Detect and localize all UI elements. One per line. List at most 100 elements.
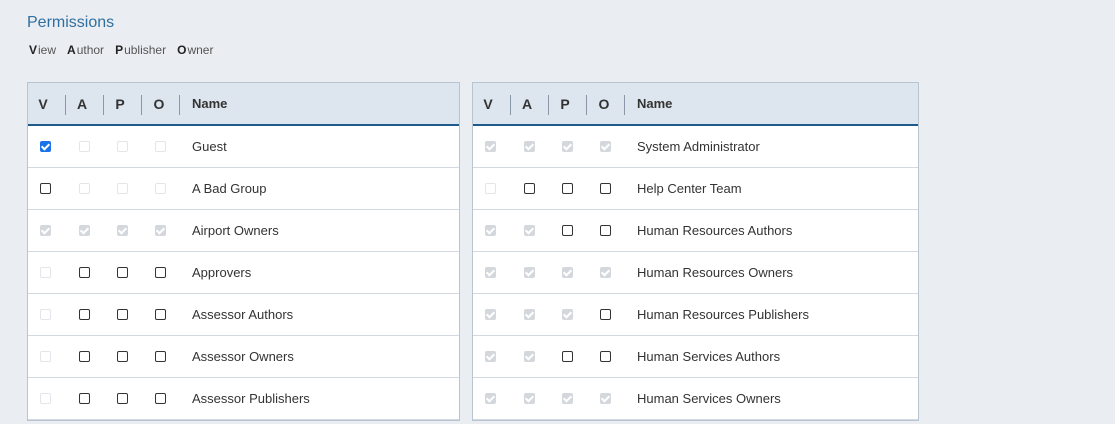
publisher-checkbox[interactable] — [116, 309, 128, 320]
group-name: Airport Owners — [192, 223, 279, 238]
column-header-name[interactable]: Name — [192, 83, 227, 124]
column-divider — [65, 95, 66, 115]
table-row: Assessor Authors — [28, 294, 459, 336]
author-cell — [521, 168, 537, 209]
table-body: Guest A Bad Group Airport Owners Approvers A… — [28, 126, 459, 420]
author-cell — [76, 378, 92, 419]
publisher-checkbox[interactable] — [561, 183, 573, 194]
owner-checkbox — [154, 141, 166, 152]
legend-publisher: Publisher — [115, 43, 166, 57]
permissions-table-left: V A P O Name Guest A Bad Group Airport Own… — [27, 82, 460, 421]
publisher-cell — [114, 126, 130, 167]
owner-cell — [597, 168, 613, 209]
publisher-checkbox[interactable] — [561, 225, 573, 236]
legend-owner: Owner — [177, 43, 213, 57]
owner-cell — [152, 252, 168, 293]
author-checkbox — [78, 225, 90, 236]
author-cell — [521, 294, 537, 335]
column-header-author[interactable]: A — [513, 83, 541, 124]
publisher-cell — [114, 168, 130, 209]
owner-cell — [597, 126, 613, 167]
owner-cell — [597, 336, 613, 377]
author-checkbox — [78, 141, 90, 152]
author-checkbox — [523, 309, 535, 320]
author-checkbox[interactable] — [78, 309, 90, 320]
column-header-owner[interactable]: O — [144, 83, 174, 124]
owner-cell — [597, 252, 613, 293]
publisher-cell — [114, 210, 130, 251]
column-header-author[interactable]: A — [68, 83, 96, 124]
publisher-checkbox[interactable] — [561, 351, 573, 362]
view-checkbox — [39, 225, 51, 236]
view-checkbox — [484, 183, 496, 194]
table-row: System Administrator — [473, 126, 918, 168]
owner-cell — [152, 126, 168, 167]
author-checkbox — [523, 267, 535, 278]
table-row: Human Services Owners — [473, 378, 918, 420]
author-cell — [76, 336, 92, 377]
owner-checkbox[interactable] — [599, 225, 611, 236]
group-name: Human Services Owners — [637, 391, 781, 406]
author-cell — [521, 336, 537, 377]
publisher-checkbox[interactable] — [116, 393, 128, 404]
author-checkbox[interactable] — [78, 351, 90, 362]
legend-key: A — [67, 43, 76, 57]
view-cell — [482, 252, 498, 293]
author-checkbox[interactable] — [523, 183, 535, 194]
column-divider — [510, 95, 511, 115]
view-cell — [37, 126, 53, 167]
author-cell — [76, 210, 92, 251]
author-cell — [76, 294, 92, 335]
owner-checkbox — [599, 267, 611, 278]
publisher-cell — [114, 336, 130, 377]
owner-cell — [597, 378, 613, 419]
owner-checkbox[interactable] — [154, 351, 166, 362]
view-checkbox[interactable] — [39, 183, 51, 194]
column-header-owner[interactable]: O — [589, 83, 619, 124]
owner-checkbox[interactable] — [599, 309, 611, 320]
author-cell — [76, 168, 92, 209]
view-cell — [37, 336, 53, 377]
column-header-name[interactable]: Name — [637, 83, 672, 124]
owner-checkbox[interactable] — [154, 309, 166, 320]
owner-checkbox — [599, 141, 611, 152]
author-checkbox[interactable] — [78, 267, 90, 278]
author-cell — [521, 378, 537, 419]
view-checkbox — [484, 309, 496, 320]
column-header-view[interactable]: V — [473, 83, 503, 124]
table-body: System Administrator Help Center Team Huma… — [473, 126, 918, 420]
owner-cell — [597, 294, 613, 335]
author-checkbox[interactable] — [78, 393, 90, 404]
column-header-publisher[interactable]: P — [106, 83, 134, 124]
table-row: A Bad Group — [28, 168, 459, 210]
owner-checkbox[interactable] — [599, 183, 611, 194]
owner-cell — [597, 210, 613, 251]
view-cell — [482, 126, 498, 167]
publisher-checkbox[interactable] — [116, 351, 128, 362]
column-header-publisher[interactable]: P — [551, 83, 579, 124]
legend-text: wner — [187, 43, 214, 57]
view-checkbox — [39, 351, 51, 362]
owner-checkbox — [154, 225, 166, 236]
table-row: Guest — [28, 126, 459, 168]
publisher-cell — [559, 378, 575, 419]
owner-checkbox — [154, 183, 166, 194]
column-header-view[interactable]: V — [28, 83, 58, 124]
view-checkbox[interactable] — [39, 141, 51, 152]
owner-checkbox[interactable] — [154, 393, 166, 404]
table-row: Human Resources Authors — [473, 210, 918, 252]
publisher-checkbox[interactable] — [116, 267, 128, 278]
group-name: Human Resources Publishers — [637, 307, 809, 322]
group-name: A Bad Group — [192, 181, 267, 196]
publisher-cell — [114, 294, 130, 335]
publisher-cell — [114, 252, 130, 293]
owner-checkbox — [599, 393, 611, 404]
publisher-cell — [559, 168, 575, 209]
view-checkbox — [39, 267, 51, 278]
owner-checkbox[interactable] — [599, 351, 611, 362]
author-cell — [521, 210, 537, 251]
author-cell — [521, 126, 537, 167]
table-row: Assessor Owners — [28, 336, 459, 378]
owner-checkbox[interactable] — [154, 267, 166, 278]
group-name: Human Resources Authors — [637, 223, 793, 238]
